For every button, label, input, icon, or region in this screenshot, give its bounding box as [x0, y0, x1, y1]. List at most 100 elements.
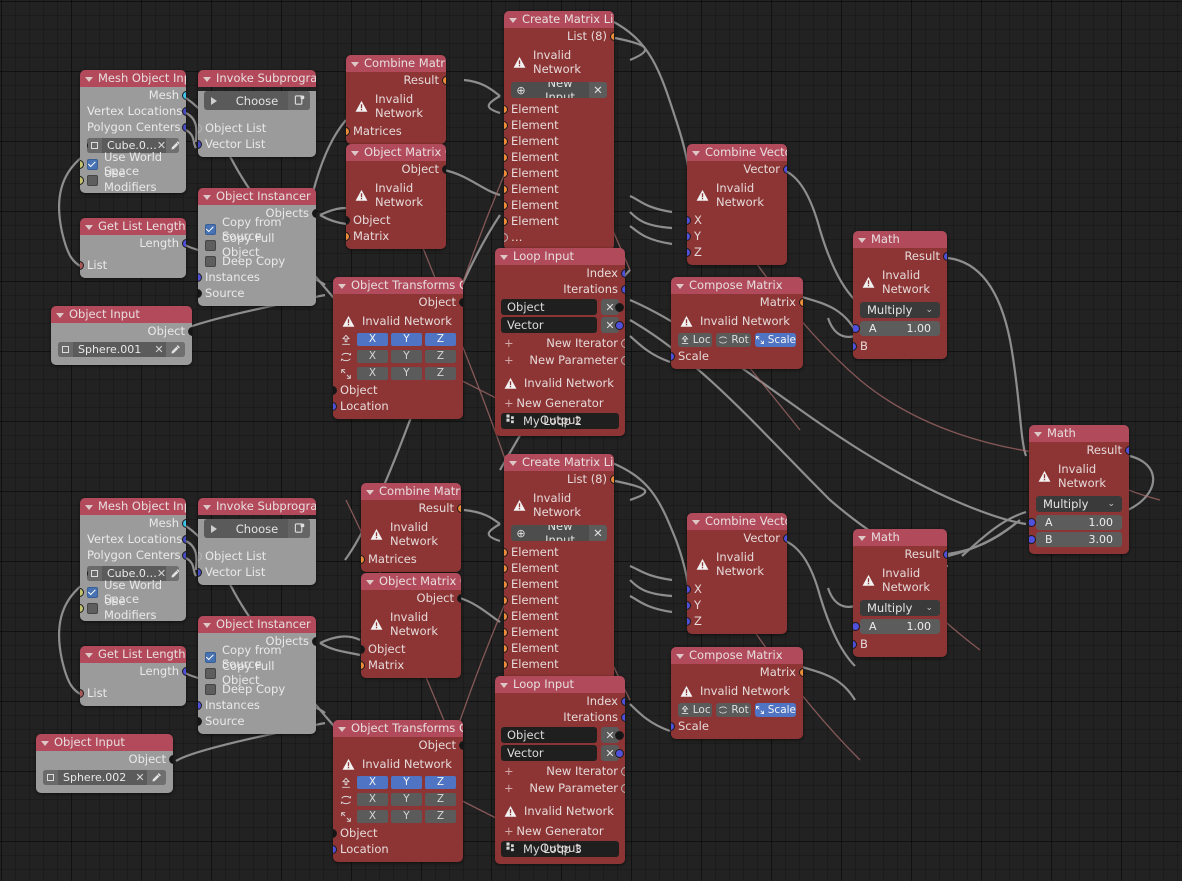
toggle-rot[interactable]: Rot	[716, 703, 751, 717]
socket-vector-list[interactable]	[198, 567, 202, 577]
cell-y[interactable]: Y	[391, 776, 422, 789]
cell-y[interactable]: Y	[391, 793, 422, 806]
collapse-triangle-icon[interactable]	[85, 224, 93, 230]
output-length[interactable]: Length	[80, 663, 186, 679]
object-field[interactable]: Sphere.001 ✕	[58, 342, 185, 357]
socket-z[interactable]	[687, 616, 691, 626]
checkbox-box[interactable]	[87, 586, 98, 598]
input-element[interactable]: Element	[504, 181, 614, 197]
clear-object-icon[interactable]: ✕	[133, 771, 147, 784]
input-b[interactable]: B	[853, 338, 947, 354]
node-header[interactable]: Mesh Object Input	[80, 498, 186, 515]
input-matrix[interactable]: Matrix	[346, 228, 446, 244]
node-create-matrix-list-1[interactable]: Create Matrix List List (8) Invalid Netw…	[504, 11, 614, 250]
socket-length[interactable]	[182, 238, 186, 248]
socket-new-iterator[interactable]	[621, 767, 625, 776]
socket-location[interactable]	[333, 401, 337, 411]
output-matrix[interactable]: Matrix	[671, 664, 803, 680]
socket-list[interactable]	[610, 31, 614, 41]
checkbox-box[interactable]	[87, 158, 98, 170]
input-list[interactable]: List	[80, 685, 186, 701]
new-subprogram-icon[interactable]	[288, 519, 310, 538]
new-parameter-button[interactable]: + New Parameter	[495, 352, 625, 369]
node-header[interactable]: Combine Matrices	[361, 483, 461, 500]
checkbox-deep-copy[interactable]: Deep Copy	[198, 681, 316, 697]
input-object-list[interactable]: Object List	[198, 120, 316, 136]
node-header[interactable]: Loop Input	[495, 248, 625, 265]
cell-x[interactable]: X	[357, 367, 388, 380]
input-object[interactable]: Object	[333, 825, 463, 841]
collapse-triangle-icon[interactable]	[500, 682, 508, 688]
output-polygon-centers[interactable]: Polygon Centers	[80, 119, 186, 135]
input-a-field[interactable]: A 1.00	[853, 321, 940, 336]
collapse-triangle-icon[interactable]	[366, 579, 374, 585]
node-loop-input-2[interactable]: Loop Input Index Iterations Object ✕ Vec…	[495, 676, 625, 864]
output-object[interactable]: Object	[333, 294, 463, 310]
input-source[interactable]: Source	[198, 285, 316, 301]
choose-subprogram-button[interactable]: Choose	[204, 91, 310, 110]
socket-index[interactable]	[621, 696, 625, 706]
node-header[interactable]: Create Matrix List	[504, 454, 614, 471]
node-header[interactable]: Combine Vector	[687, 513, 787, 530]
node-invoke-subprogram-2[interactable]: Invoke Subprogram Choose Object List Vec…	[198, 498, 316, 585]
transform-row-rotation[interactable]: X Y Z	[333, 348, 463, 365]
socket-result[interactable]	[943, 549, 947, 559]
cell-z[interactable]: Z	[425, 793, 456, 806]
loop-param-vector[interactable]: Vector ✕	[501, 317, 624, 333]
collapse-triangle-icon[interactable]	[338, 283, 346, 289]
collapse-triangle-icon[interactable]	[338, 726, 346, 732]
node-header[interactable]: Object Matrix Output	[346, 144, 446, 161]
socket-instances[interactable]	[198, 272, 202, 282]
output-list[interactable]: List (8)	[504, 471, 614, 487]
socket-matrices[interactable]	[346, 126, 350, 136]
node-compose-matrix-2[interactable]: Compose Matrix Matrix Invalid Network Lo…	[671, 647, 803, 739]
socket-object[interactable]	[442, 164, 446, 174]
new-input-button[interactable]: ⊕ New Input ✕	[511, 82, 607, 98]
socket-param-object[interactable]	[615, 302, 624, 312]
input-element[interactable]: Element	[504, 165, 614, 181]
input-matrices[interactable]: Matrices	[361, 551, 461, 567]
checkbox-box[interactable]	[205, 223, 216, 235]
collapse-triangle-icon[interactable]	[858, 535, 866, 541]
output-vertex-locations[interactable]: Vertex Locations	[80, 103, 186, 119]
checkbox-box[interactable]	[205, 255, 216, 267]
socket-param-vector[interactable]	[615, 748, 624, 758]
socket-y[interactable]	[687, 231, 691, 241]
node-header[interactable]: Compose Matrix	[671, 277, 803, 294]
node-header[interactable]: Object Instancer	[198, 616, 316, 633]
node-header[interactable]: Object Matrix Output	[361, 573, 461, 590]
output-result[interactable]: Result	[346, 72, 446, 88]
input-element[interactable]: Element	[504, 117, 614, 133]
output-index[interactable]: Index	[495, 693, 625, 709]
node-header[interactable]: Get List Length	[80, 646, 186, 663]
socket-element[interactable]	[504, 104, 508, 114]
input-x[interactable]: X	[687, 581, 787, 597]
output-object[interactable]: Object	[361, 590, 461, 606]
checkbox-copy-full-object[interactable]: Copy Full Object	[198, 659, 316, 687]
collapse-triangle-icon[interactable]	[56, 312, 64, 318]
socket-param-object[interactable]	[615, 730, 624, 740]
collapse-triangle-icon[interactable]	[509, 460, 517, 466]
input-location[interactable]: Location	[333, 841, 463, 857]
socket-element[interactable]	[504, 152, 508, 162]
socket-objects[interactable]	[312, 208, 316, 218]
socket-polygon-centers[interactable]	[182, 550, 186, 560]
socket-element[interactable]	[504, 643, 508, 653]
output-vector[interactable]: Vector	[687, 530, 787, 546]
socket-new-parameter[interactable]	[621, 356, 625, 365]
clear-object-icon[interactable]: ✕	[152, 343, 166, 356]
socket-result[interactable]	[457, 503, 461, 513]
checkbox-box[interactable]	[205, 239, 216, 251]
input-a-field[interactable]: A 1.00	[853, 619, 940, 634]
socket-matrices[interactable]	[361, 554, 365, 564]
socket-vertex-locations[interactable]	[182, 106, 186, 116]
input-element[interactable]: Element	[504, 592, 614, 608]
eyedropper-icon[interactable]	[166, 342, 185, 357]
loop-param-object[interactable]: Object ✕	[501, 727, 624, 743]
socket-x[interactable]	[687, 215, 691, 225]
socket-instances[interactable]	[198, 700, 202, 710]
input-b-field[interactable]: B 3.00	[1029, 532, 1122, 547]
input-object[interactable]: Object	[361, 641, 461, 657]
output-index[interactable]: Index	[495, 265, 625, 281]
socket-object-list[interactable]	[198, 551, 202, 561]
